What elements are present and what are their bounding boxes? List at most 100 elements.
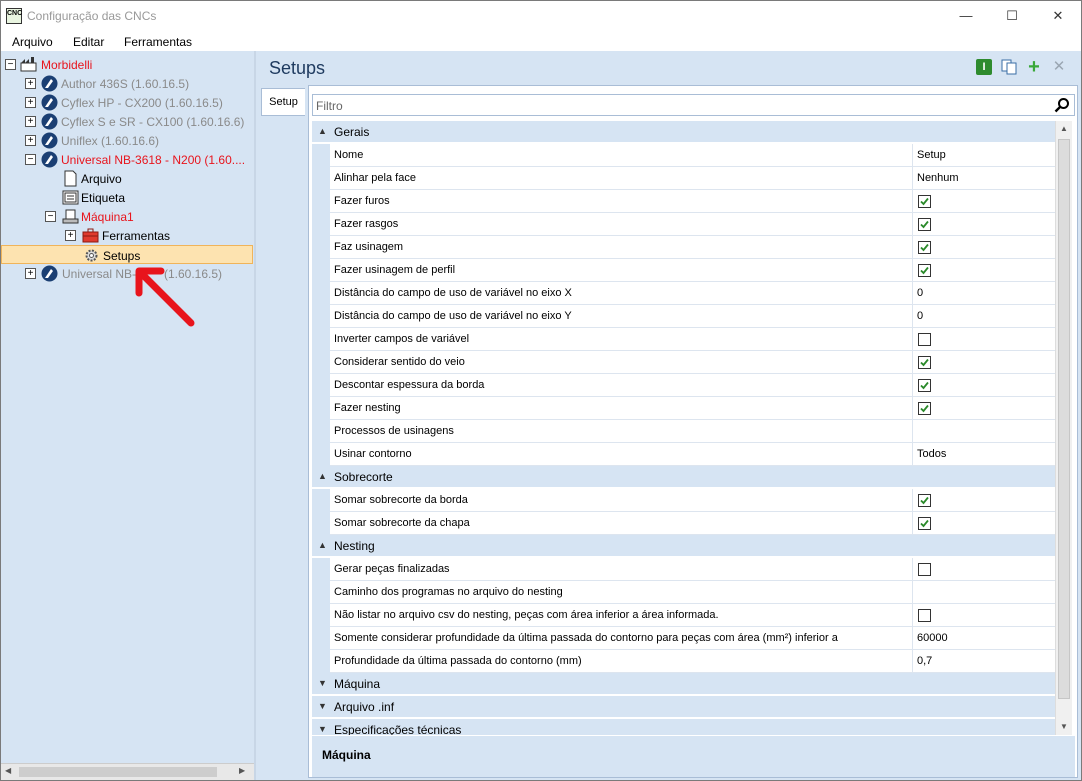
expand-chevron-icon[interactable]: ▼ (318, 678, 327, 688)
delete-icon[interactable]: ✕ (1051, 59, 1067, 75)
property-row[interactable]: Somar sobrecorte da chapa (312, 512, 1055, 535)
checked-checkbox[interactable] (918, 402, 931, 415)
property-row[interactable]: Profundidade da última passada do contor… (312, 650, 1055, 673)
property-checkbox-cell[interactable] (913, 328, 1055, 351)
menu-ferramentas[interactable]: Ferramentas (124, 35, 192, 49)
property-checkbox-cell[interactable] (913, 213, 1055, 236)
tree-item-5[interactable]: − Universal NB-3618 - N200 (1.60.... (1, 150, 253, 169)
tree-item-3[interactable]: + Cyflex S e SR - CX100 (1.60.16.6) (1, 112, 253, 131)
property-value[interactable]: 0,7 (913, 650, 1055, 673)
property-checkbox-cell[interactable] (913, 489, 1055, 512)
tree-item-10[interactable]: Setups (1, 245, 253, 264)
collapse-toggle-icon[interactable]: − (25, 154, 36, 165)
unchecked-checkbox[interactable] (918, 609, 931, 622)
property-value[interactable]: 0 (913, 282, 1055, 305)
checked-checkbox[interactable] (918, 379, 931, 392)
expand-chevron-icon[interactable]: ▼ (318, 724, 327, 734)
expand-toggle-icon[interactable]: + (25, 268, 36, 279)
copy-icon[interactable] (1001, 59, 1017, 75)
property-row[interactable]: Inverter campos de variável (312, 328, 1055, 351)
property-row[interactable]: Usinar contorno Todos (312, 443, 1055, 466)
checked-checkbox[interactable] (918, 356, 931, 369)
search-icon[interactable] (1054, 97, 1070, 113)
collapse-chevron-icon[interactable]: ▲ (318, 126, 327, 136)
checked-checkbox[interactable] (918, 218, 931, 231)
maximize-button[interactable]: ☐ (989, 1, 1035, 31)
scroll-down-icon[interactable]: ▼ (1056, 719, 1072, 735)
tree-item-0[interactable]: − Morbidelli (1, 55, 253, 74)
property-row[interactable]: Fazer rasgos (312, 213, 1055, 236)
category-header[interactable]: ▲ Sobrecorte (312, 466, 1055, 488)
tree-item-4[interactable]: + Uniflex (1.60.16.6) (1, 131, 253, 150)
checked-checkbox[interactable] (918, 517, 931, 530)
checked-checkbox[interactable] (918, 494, 931, 507)
scroll-left-icon[interactable]: ◀ (5, 766, 11, 775)
property-checkbox-cell[interactable] (913, 397, 1055, 420)
property-checkbox-cell[interactable] (913, 512, 1055, 535)
property-row[interactable]: Fazer nesting (312, 397, 1055, 420)
property-value[interactable] (913, 581, 1055, 604)
property-checkbox-cell[interactable] (913, 374, 1055, 397)
property-checkbox-cell[interactable] (913, 190, 1055, 213)
checked-checkbox[interactable] (918, 264, 931, 277)
property-value[interactable]: Todos (913, 443, 1055, 466)
menu-editar[interactable]: Editar (73, 35, 104, 49)
expand-toggle-icon[interactable]: + (25, 78, 36, 89)
tree-horizontal-scrollbar[interactable]: ◀ ▶ (1, 763, 254, 780)
add-icon[interactable]: + (1026, 57, 1042, 77)
expand-toggle-icon[interactable]: + (65, 230, 76, 241)
category-header[interactable]: ▲ Nesting (312, 535, 1055, 557)
grid-scroll-thumb[interactable] (1058, 139, 1070, 699)
unchecked-checkbox[interactable] (918, 333, 931, 346)
scroll-up-icon[interactable]: ▲ (1056, 121, 1072, 137)
scroll-thumb[interactable] (19, 767, 217, 777)
property-checkbox-cell[interactable] (913, 558, 1055, 581)
category-header[interactable]: ▲ Gerais (312, 121, 1055, 143)
expand-toggle-icon[interactable]: + (25, 116, 36, 127)
property-row[interactable]: Faz usinagem (312, 236, 1055, 259)
tree-item-9[interactable]: + Ferramentas (1, 226, 253, 245)
checked-checkbox[interactable] (918, 241, 931, 254)
category-header[interactable]: ▼ Máquina (312, 673, 1055, 695)
category-header[interactable]: ▼ Arquivo .inf (312, 696, 1055, 718)
property-checkbox-cell[interactable] (913, 604, 1055, 627)
close-button[interactable]: ✕ (1035, 1, 1081, 31)
property-checkbox-cell[interactable] (913, 259, 1055, 282)
tree-item-11[interactable]: + Universal NB- (1.60.16.5) (1, 264, 253, 283)
property-row[interactable]: Somar sobrecorte da borda (312, 489, 1055, 512)
tree-item-2[interactable]: + Cyflex HP - CX200 (1.60.16.5) (1, 93, 253, 112)
scroll-right-icon[interactable]: ▶ (239, 766, 245, 775)
property-row[interactable]: Distância do campo de uso de variável no… (312, 282, 1055, 305)
property-row[interactable]: Considerar sentido do veio (312, 351, 1055, 374)
property-row[interactable]: Somente considerar profundidade da últim… (312, 627, 1055, 650)
property-row[interactable]: Caminho dos programas no arquivo do nest… (312, 581, 1055, 604)
property-row[interactable]: Processos de usinagens (312, 420, 1055, 443)
property-row[interactable]: Gerar peças finalizadas (312, 558, 1055, 581)
category-header[interactable]: ▼ Especificações técnicas (312, 719, 1055, 735)
minimize-button[interactable]: — (943, 1, 989, 31)
checked-checkbox[interactable] (918, 195, 931, 208)
menu-arquivo[interactable]: Arquivo (12, 35, 53, 49)
tree-item-6[interactable]: Arquivo (1, 169, 253, 188)
tree-item-7[interactable]: Etiqueta (1, 188, 253, 207)
property-value[interactable] (913, 420, 1055, 443)
expand-toggle-icon[interactable]: + (25, 97, 36, 108)
property-value[interactable]: 60000 (913, 627, 1055, 650)
expand-toggle-icon[interactable]: + (25, 135, 36, 146)
filter-input[interactable] (316, 98, 1016, 113)
property-row[interactable]: Fazer usinagem de perfil (312, 259, 1055, 282)
property-checkbox-cell[interactable] (913, 351, 1055, 374)
collapse-toggle-icon[interactable]: − (5, 59, 16, 70)
property-row[interactable]: Nome Setup (312, 144, 1055, 167)
property-value[interactable]: Setup (913, 144, 1055, 167)
collapse-chevron-icon[interactable]: ▲ (318, 540, 327, 550)
info-icon[interactable]: I (976, 59, 992, 75)
tree-item-8[interactable]: − Máquina1 (1, 207, 253, 226)
grid-vertical-scrollbar[interactable]: ▲ ▼ (1055, 121, 1072, 735)
property-row[interactable]: Não listar no arquivo csv do nesting, pe… (312, 604, 1055, 627)
collapse-toggle-icon[interactable]: − (45, 211, 56, 222)
property-row[interactable]: Distância do campo de uso de variável no… (312, 305, 1055, 328)
collapse-chevron-icon[interactable]: ▲ (318, 471, 327, 481)
property-row[interactable]: Descontar espessura da borda (312, 374, 1055, 397)
tab-setup[interactable]: Setup (261, 88, 305, 116)
